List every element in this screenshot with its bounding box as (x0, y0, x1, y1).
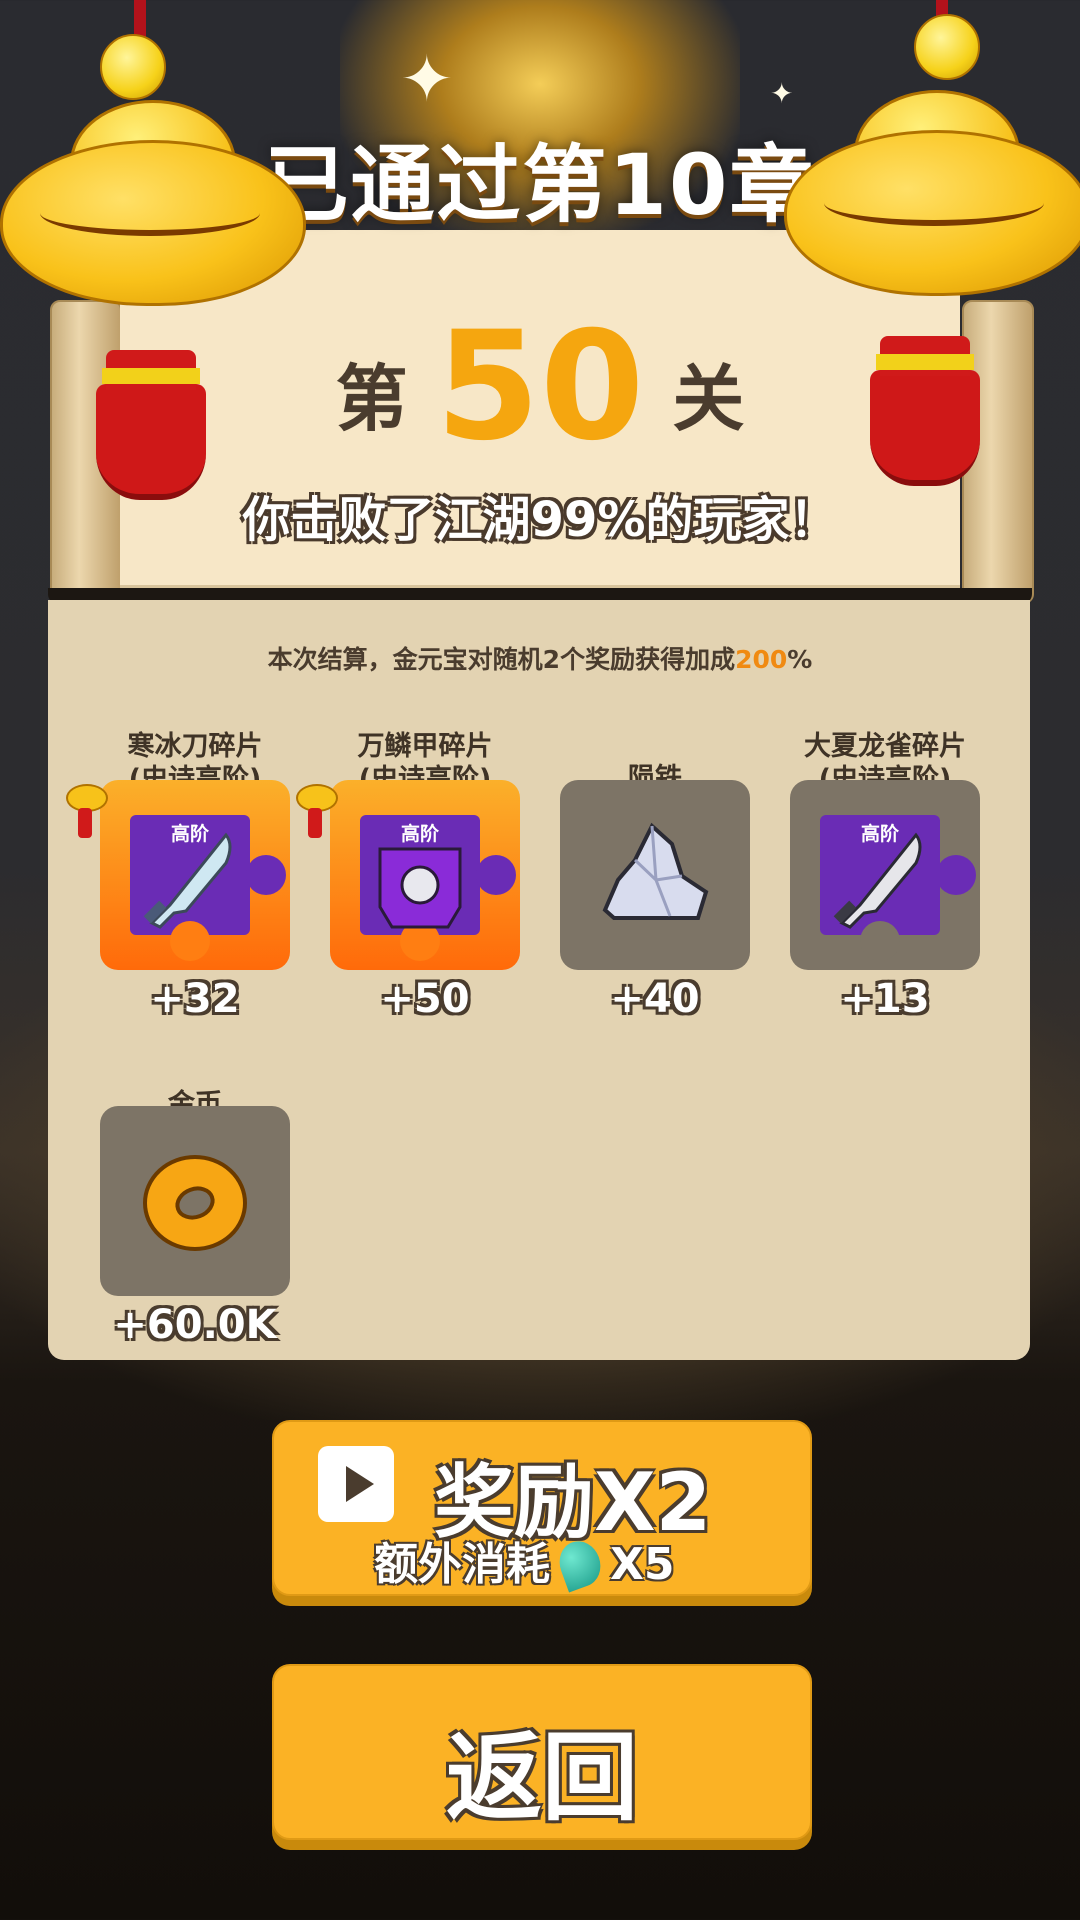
dragon-sabre-icon (833, 832, 922, 929)
reward-count: +40 (610, 976, 700, 1022)
reward-tile[interactable]: 高阶 (790, 780, 980, 970)
fragment-frame: 高阶 (130, 815, 286, 961)
level-prefix: 第 (335, 357, 408, 441)
fragment-frame: 高阶 (820, 815, 976, 961)
ingot-bonus-icon (60, 770, 110, 840)
gold-coin-icon (143, 1155, 247, 1251)
level-number: 50 (435, 300, 645, 474)
gold-bead-icon (100, 34, 166, 100)
gold-ingot-icon (784, 90, 1080, 296)
gold-ingot-icon (0, 100, 306, 306)
back-label: 返回 (446, 1722, 638, 1834)
fragment-frame: 高阶 (360, 815, 516, 961)
bonus-text: 本次结算，金元宝对随机2个奖励获得加成200% (267, 645, 813, 674)
reward-tile[interactable] (560, 780, 750, 970)
reward-tile[interactable]: 高阶 (330, 780, 520, 970)
reward-tile[interactable] (100, 1106, 290, 1296)
reward-count: +50 (380, 976, 470, 1022)
bonus-percent: 200 (735, 645, 788, 674)
reward-count: +32 (150, 976, 240, 1022)
meteor-iron-icon (602, 822, 709, 920)
gold-bead-icon (914, 14, 980, 80)
ingot-bonus-icon (290, 770, 340, 840)
jade-gem-icon (553, 1535, 607, 1593)
back-button[interactable]: 返回 (272, 1664, 812, 1840)
play-video-icon (318, 1446, 394, 1522)
double-reward-button[interactable]: 奖励X2 额外消耗 X5 (272, 1420, 812, 1596)
sparkle-icon: ✦ (400, 43, 454, 117)
scale-armor-icon (378, 847, 462, 929)
extra-cost: 额外消耗 X5 (374, 1528, 675, 1593)
red-tassel-icon (870, 336, 980, 486)
reward-count: +60.0K (113, 1302, 277, 1348)
ice-blade-icon (143, 832, 232, 929)
level-suffix: 关 (672, 357, 745, 441)
reward-count: +13 (840, 976, 930, 1022)
reward-tile[interactable]: 高阶 (100, 780, 290, 970)
red-tassel-icon (96, 350, 206, 500)
